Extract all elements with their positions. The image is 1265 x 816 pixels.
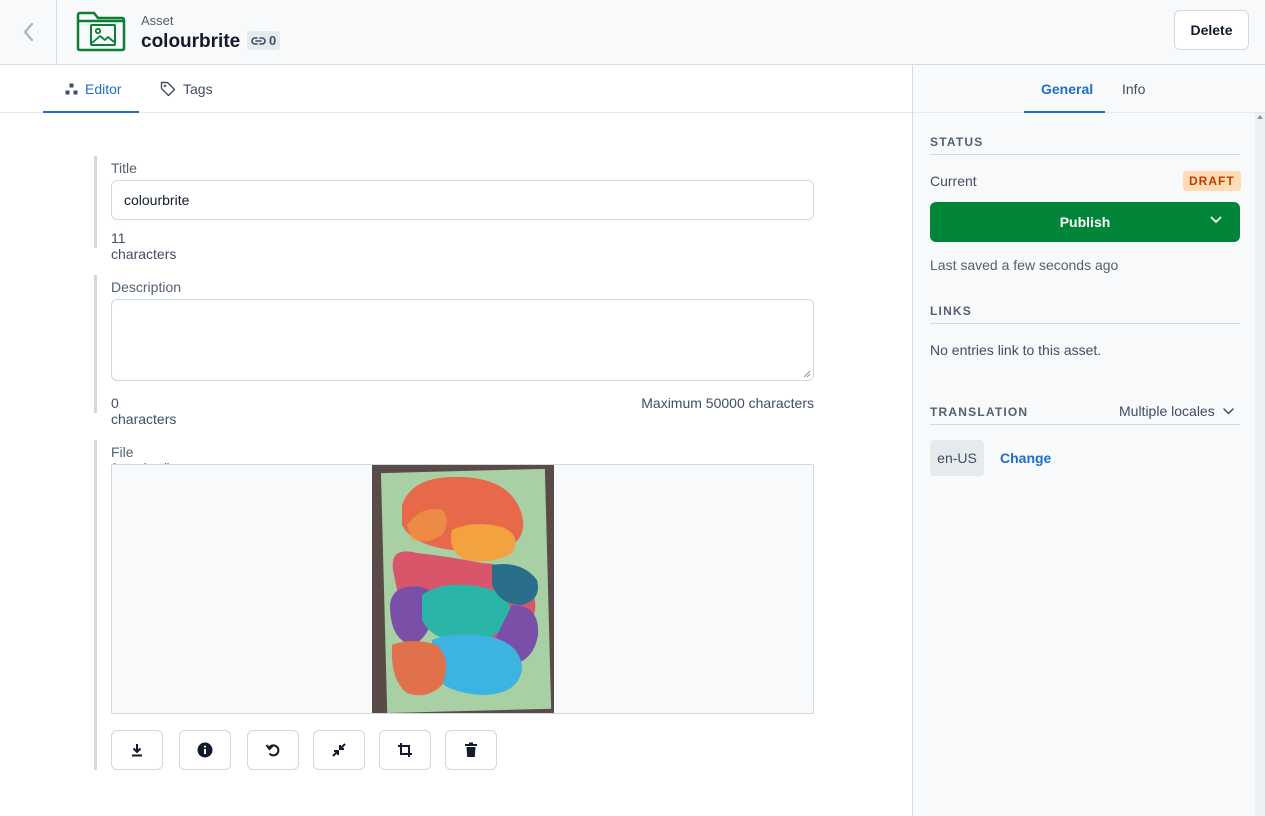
title-char-count: 11 characters: [111, 230, 177, 262]
status-section-title: STATUS: [930, 135, 1240, 155]
asset-image-preview[interactable]: [372, 465, 554, 713]
tab-editor[interactable]: Editor: [65, 65, 122, 113]
back-button[interactable]: [0, 0, 57, 64]
entity-type-label: Asset: [141, 13, 174, 28]
delete-button[interactable]: Delete: [1174, 10, 1249, 50]
editor-icon: [65, 83, 78, 95]
description-textarea[interactable]: [111, 299, 814, 381]
file-preview: [111, 464, 814, 714]
references-count: 0: [269, 33, 277, 48]
editor-panel: Editor Tags Title colourbrite 11 charact…: [0, 65, 912, 816]
file-field: File (required): [94, 440, 814, 770]
publish-button[interactable]: Publish: [930, 202, 1240, 242]
resize-button[interactable]: [313, 730, 365, 770]
locales-dropdown[interactable]: Multiple locales: [1119, 403, 1234, 419]
description-label: Description: [111, 279, 182, 295]
description-field: Description 0 characters Maximum 50000 c…: [94, 275, 814, 427]
tag-icon: [160, 81, 176, 97]
last-saved-text: Last saved a few seconds ago: [930, 257, 1119, 273]
entity-sidebar: General Info STATUS Current DRAFT Publis…: [912, 65, 1265, 816]
editor-tabs: Editor Tags: [0, 65, 912, 113]
info-icon: [197, 742, 213, 758]
tab-general[interactable]: General: [1041, 65, 1093, 113]
links-text: No entries link to this asset.: [930, 342, 1102, 358]
resize-grip-icon[interactable]: [803, 370, 811, 378]
tab-editor-label: Editor: [85, 81, 122, 97]
app-header: Asset colourbrite 0 Delete: [0, 0, 1265, 65]
locales-dropdown-label: Multiple locales: [1119, 403, 1215, 419]
asset-folder-icon: [76, 11, 126, 52]
links-section-title: LINKS: [930, 304, 1240, 324]
info-button[interactable]: [179, 730, 231, 770]
description-max-chars: Maximum 50000 characters: [641, 395, 814, 411]
entity-title: colourbrite: [141, 31, 241, 52]
chevron-down-icon[interactable]: [1210, 216, 1222, 224]
title-input[interactable]: colourbrite: [111, 180, 814, 220]
sidebar-tab-indicator: [1024, 111, 1105, 113]
change-locale-link[interactable]: Change: [1000, 450, 1051, 466]
current-status-label: Current: [930, 173, 977, 189]
title-label: Title: [111, 160, 137, 176]
crop-button[interactable]: [379, 730, 431, 770]
download-button[interactable]: [111, 730, 163, 770]
link-icon: [251, 36, 266, 45]
description-char-count: 0 characters: [111, 395, 177, 427]
tab-info[interactable]: Info: [1122, 65, 1145, 113]
delete-file-button[interactable]: [445, 730, 497, 770]
shrink-icon: [332, 743, 346, 757]
tab-active-indicator: [43, 111, 139, 113]
title-field: Title colourbrite 11 characters: [94, 156, 814, 262]
status-badge: DRAFT: [1183, 171, 1241, 191]
rotate-button[interactable]: [247, 730, 299, 770]
publish-label: Publish: [1059, 214, 1111, 230]
trash-icon: [465, 742, 477, 757]
download-icon: [132, 744, 142, 757]
chevron-down-icon: [1222, 407, 1234, 415]
references-badge[interactable]: 0: [247, 31, 281, 50]
tab-tags-label: Tags: [183, 81, 213, 97]
scroll-up-icon[interactable]: [1257, 115, 1263, 119]
chevron-left-icon: [23, 22, 34, 42]
rotate-icon: [265, 744, 280, 757]
tab-tags[interactable]: Tags: [160, 65, 213, 113]
locale-pill: en-US: [930, 440, 984, 476]
crop-icon: [398, 743, 412, 757]
sidebar-tabs: General Info: [913, 65, 1265, 113]
sidebar-scrollbar[interactable]: [1255, 113, 1265, 816]
